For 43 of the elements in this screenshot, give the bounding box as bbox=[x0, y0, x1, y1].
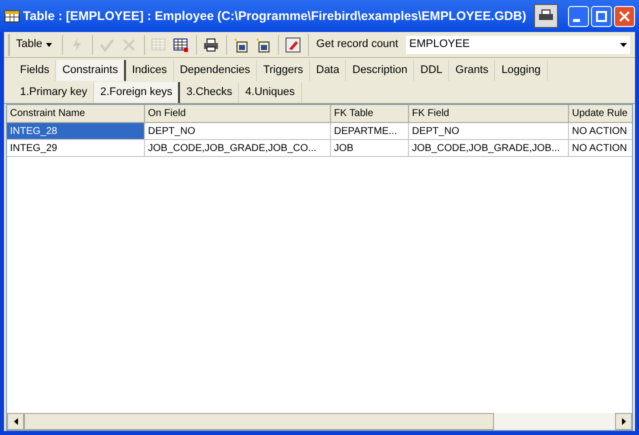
tab[interactable]: Data bbox=[310, 60, 346, 81]
column-header[interactable]: FK Field bbox=[409, 105, 569, 123]
column-header[interactable]: On Field bbox=[145, 105, 331, 123]
table-cell: JOB bbox=[331, 140, 409, 157]
horizontal-scrollbar[interactable] bbox=[7, 413, 632, 430]
caret-icon bbox=[46, 42, 52, 46]
sub-tab[interactable]: 2.Foreign keys bbox=[94, 82, 180, 103]
table-cell: NO ACTION bbox=[569, 140, 632, 157]
right-arrow-icon bbox=[622, 418, 626, 425]
table-cell: INTEG_28 bbox=[7, 123, 145, 140]
tab[interactable]: DDL bbox=[414, 60, 450, 81]
maximize-icon bbox=[595, 10, 608, 22]
left-arrow-icon bbox=[14, 418, 18, 425]
table-cell: JOB_CODE,JOB_GRADE,JOB_CO... bbox=[145, 140, 331, 157]
table-cell: INTEG_29 bbox=[7, 140, 145, 157]
table-select[interactable]: EMPLOYEE bbox=[405, 34, 631, 54]
column-header[interactable]: Update Rule bbox=[569, 105, 632, 123]
printer-icon[interactable] bbox=[534, 4, 558, 28]
close-button[interactable] bbox=[614, 6, 635, 26]
table-cell: DEPT_NO bbox=[409, 123, 569, 140]
table-cell: DEPT_NO bbox=[145, 123, 331, 140]
caret-icon bbox=[620, 42, 627, 46]
tab[interactable]: Dependencies bbox=[174, 60, 258, 81]
tab[interactable]: Description bbox=[346, 60, 414, 81]
table-cell: JOB_CODE,JOB_GRADE,JOB... bbox=[409, 140, 569, 157]
tab[interactable]: Indices bbox=[126, 60, 174, 81]
sub-tab[interactable]: 4.Uniques bbox=[239, 82, 302, 103]
tab[interactable]: Logging bbox=[495, 60, 548, 81]
close-icon bbox=[618, 10, 631, 22]
tab[interactable]: Triggers bbox=[257, 60, 310, 81]
window-title: Table : [EMPLOYEE] : Employee (C:\Programme\Firebird\examples\EMPLOYEE.GDB) bbox=[23, 8, 528, 25]
sub-tab[interactable]: 3.Checks bbox=[180, 82, 240, 103]
minimize-button[interactable] bbox=[568, 6, 589, 26]
minimize-icon bbox=[573, 18, 580, 22]
column-header[interactable]: FK Table bbox=[331, 105, 409, 123]
table-cell: NO ACTION bbox=[569, 123, 632, 140]
table-icon bbox=[4, 8, 20, 24]
table-menu-button[interactable]: Table bbox=[8, 34, 58, 56]
maximize-button[interactable] bbox=[591, 6, 612, 26]
get-record-count-button[interactable]: Get record count bbox=[311, 34, 404, 56]
table-cell: DEPARTME... bbox=[331, 123, 409, 140]
tab[interactable]: Grants bbox=[449, 60, 496, 81]
tab[interactable]: Constraints bbox=[56, 60, 126, 81]
